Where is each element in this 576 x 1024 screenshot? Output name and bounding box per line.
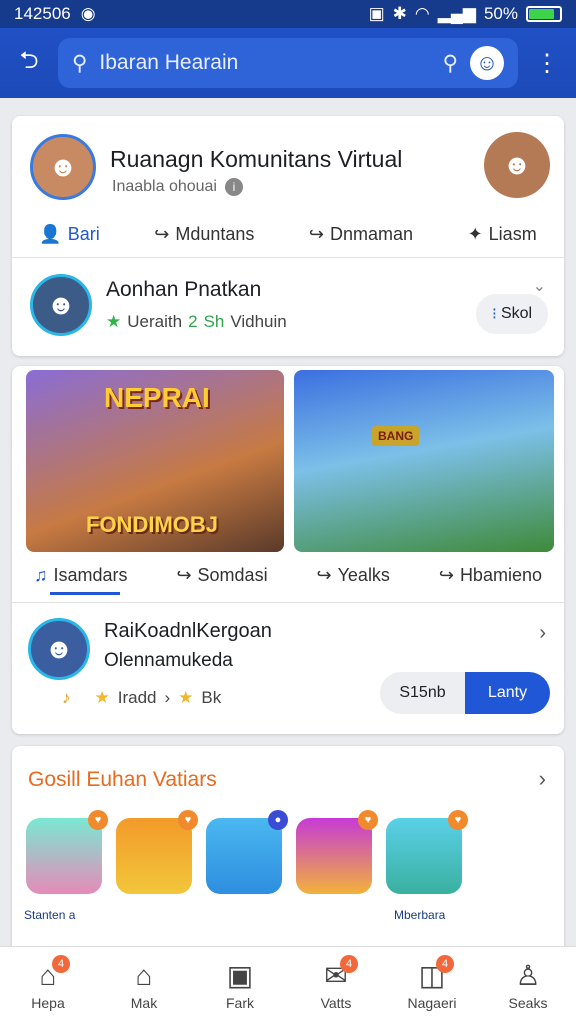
- battery-percent: 50%: [483, 4, 518, 23]
- chevron-right-icon: ›: [164, 688, 171, 707]
- host-avatar[interactable]: ☻: [484, 132, 550, 198]
- poster-subtitle: FONDIMOBJ: [86, 512, 218, 537]
- emoji-icon[interactable]: ☺: [470, 46, 504, 80]
- tab-isamdars[interactable]: ♫ Isamdars: [34, 565, 128, 586]
- person-icon: ♙: [515, 959, 541, 991]
- star-icon: ★: [94, 688, 110, 707]
- poster-title: NEPRAI: [104, 382, 210, 413]
- chevron-right-icon[interactable]: ›: [539, 766, 546, 792]
- divider: [12, 257, 564, 258]
- status-bar: 142506 ◉ ▣ ✱ ◠ ▂▄▆ 50%: [0, 0, 576, 28]
- community-title: Ruanagn Komunitans Virtual: [110, 146, 403, 172]
- app-badge: ♥: [448, 810, 468, 830]
- nav-vatts[interactable]: ✉ Vatts 4: [296, 954, 376, 1011]
- invite-name: RaiKoadnlKergoan: [104, 620, 272, 642]
- tab-somdasi[interactable]: ↪ Somdasi: [176, 565, 267, 586]
- share-icon: ↪: [308, 223, 325, 244]
- app-tile-bell[interactable]: ♥: [296, 810, 378, 894]
- battery-icon: [526, 6, 562, 22]
- person-icon: 👤: [39, 223, 62, 244]
- search-input[interactable]: Ibaran Hearain: [99, 51, 430, 75]
- search-icon: ⚲: [72, 51, 88, 75]
- pin-icon: ✦: [467, 223, 483, 244]
- community-avatar[interactable]: ☻: [30, 134, 96, 200]
- link-icon: ⁝: [491, 306, 497, 323]
- action-liasm[interactable]: ✦ Liasm: [468, 224, 537, 245]
- invite-avatar[interactable]: ☻: [28, 618, 90, 680]
- media-tabs: ♫ Isamdars ↪ Somdasi ↪ Yealks ↪ Hbamieno: [12, 560, 564, 590]
- apps-title: Gosill Euhan Vatiars: [28, 768, 217, 791]
- image-icon: ▣: [226, 959, 254, 991]
- community-actions: 👤 Bari ↪ Mduntans ↪ Dnmaman ✦ Liasm: [12, 218, 564, 250]
- more-menu-icon[interactable]: ⋮: [532, 49, 562, 78]
- nav-nagaeri[interactable]: ◫ Nagaeri 4: [392, 954, 472, 1011]
- action-dnmaman[interactable]: ↪ Dnmaman: [309, 224, 413, 245]
- active-tab-indicator: [50, 592, 120, 595]
- app-tile-kid[interactable]: ♥: [116, 810, 198, 894]
- invite-primary-button[interactable]: Lanty: [465, 672, 550, 714]
- top-bar: ⮌ ⚲ Ibaran Hearain ⚲ ☺ ⋮: [0, 28, 576, 98]
- wifi-icon: ◠: [414, 4, 430, 23]
- app-label-right: Mberbara: [394, 908, 446, 922]
- stage-sign: BANG: [372, 426, 420, 446]
- invite-line2: Olennamukeda: [104, 650, 233, 671]
- star-icon: ★: [178, 688, 194, 707]
- search-submit-icon[interactable]: ⚲: [443, 51, 458, 76]
- tab-yealks[interactable]: ↪ Yealks: [316, 565, 389, 586]
- action-mduntans[interactable]: ↪ Mduntans: [154, 224, 254, 245]
- signal-icon: ▂▄▆: [437, 4, 476, 23]
- search-bar[interactable]: ⚲ Ibaran Hearain ⚲ ☺: [58, 38, 518, 88]
- community-card: ☻ Ruanagn Komunitans Virtual Inaabla oho…: [12, 116, 564, 356]
- nav-fark[interactable]: ▣ Fark: [200, 959, 280, 1011]
- info-icon[interactable]: i: [224, 178, 243, 196]
- invite-secondary-button[interactable]: S15nb: [380, 672, 465, 714]
- app-badge: ♥: [358, 810, 378, 830]
- tab-hbamieno[interactable]: ↪ Hbamieno: [439, 565, 542, 586]
- share-icon: ↪: [438, 564, 454, 585]
- music-note-icon: ♪: [62, 688, 71, 707]
- house-outline-icon: ⌂: [135, 959, 153, 991]
- invite-tag1: Iradd: [117, 688, 157, 707]
- user-status-b: Sh: [203, 312, 225, 331]
- action-bari[interactable]: 👤 Bari: [39, 224, 99, 245]
- app-badge: ♥: [88, 810, 108, 830]
- media-thumb-right[interactable]: BANG: [294, 370, 554, 552]
- back-icon[interactable]: ⮌: [14, 43, 44, 84]
- nav-mak[interactable]: ⌂ Mak: [104, 959, 184, 1011]
- media-thumb-left[interactable]: NEPRAI FONDIMOBJ: [26, 370, 284, 552]
- community-subtitle: Inaabla ohouai: [112, 178, 217, 195]
- nav-home[interactable]: ⌂ Hepa 4: [8, 954, 88, 1011]
- user-status-c: Vidhuin: [230, 312, 287, 331]
- app-label-left: Stanten a: [24, 908, 76, 922]
- app-badge: ♥: [178, 810, 198, 830]
- media-card: NEPRAI FONDIMOBJ BANG ♫ Isamdars ↪ Somdasi…: [12, 366, 564, 734]
- invite-tag2: Bk: [201, 688, 222, 707]
- share-icon: ↪: [176, 564, 192, 585]
- user-avatar[interactable]: ☻: [30, 274, 92, 336]
- share-icon: ↪: [154, 223, 170, 244]
- invite-button-group: S15nb Lanty: [380, 672, 550, 714]
- user-status-num: 2: [188, 312, 198, 331]
- app-badge: ●: [268, 810, 288, 830]
- status-time: 142506: [14, 4, 71, 23]
- user-name: Aonhan Pnatkan: [106, 278, 262, 301]
- divider: [12, 602, 564, 603]
- app-tile-cat[interactable]: ♥: [386, 810, 468, 894]
- user-action-button[interactable]: ⁝ Skol: [476, 294, 548, 334]
- star-icon: ★: [106, 312, 122, 331]
- app-tile-cartoon[interactable]: [476, 818, 552, 894]
- notification-icon: ◉: [80, 4, 96, 23]
- nav-seaks[interactable]: ♙ Seaks: [488, 959, 568, 1011]
- app-tile-bear[interactable]: ♥: [26, 810, 108, 894]
- share-icon: ↪: [316, 564, 332, 585]
- music-icon: ♫: [34, 564, 48, 585]
- chevron-right-icon[interactable]: ›: [539, 622, 546, 645]
- user-status-a: Ueraith: [127, 312, 183, 331]
- chevron-down-icon[interactable]: ⌄: [533, 276, 546, 296]
- nfc-icon: ▣: [368, 4, 385, 23]
- apps-card: Gosill Euhan Vatiars › ♥ ♥ ● ♥ ♥ Stanten…: [12, 746, 564, 966]
- bottom-nav: ⌂ Hepa 4 ⌂ Mak ▣ Fark ✉ Vatts 4 ◫ Nagaeri 4 ♙ Sea…: [0, 946, 576, 1024]
- bluetooth-icon: ✱: [392, 4, 407, 23]
- app-tile-shop[interactable]: ●: [206, 810, 288, 894]
